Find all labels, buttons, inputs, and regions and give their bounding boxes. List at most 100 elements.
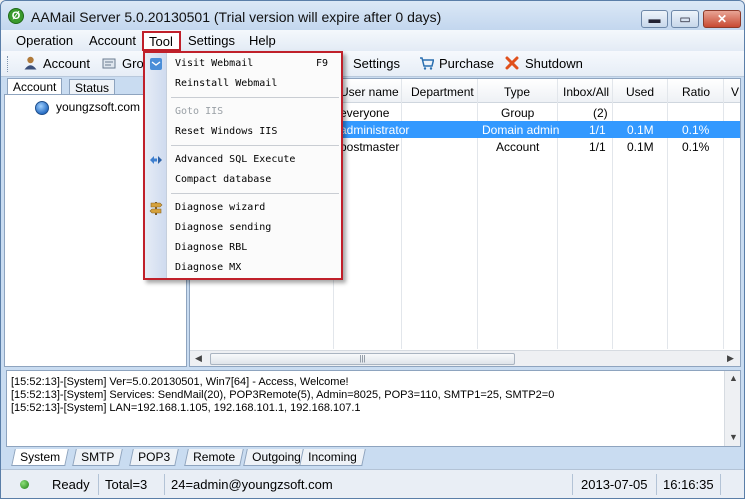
maximize-button[interactable]: ▭ [671, 10, 699, 28]
cell-type: Account [496, 140, 540, 154]
minimize-button[interactable]: ▬ [641, 10, 668, 28]
cart-icon [419, 56, 435, 70]
title-bar[interactable]: Ø AAMail Server 5.0.20130501 (Trial vers… [1, 1, 744, 31]
col-inbox-all[interactable]: Inbox/All [563, 85, 609, 99]
cell-used: 0.1M [627, 123, 654, 137]
scroll-right-icon[interactable]: ▶ [727, 353, 734, 364]
cell-inbox-all: (2) [593, 106, 608, 120]
aamail-logo-icon: Ø [8, 8, 24, 24]
account-button-label: Account [43, 56, 90, 71]
status-message: 24=admin@youngzsoft.com [165, 474, 573, 495]
cell-user: everyone [340, 106, 390, 120]
shutdown-button-label: Shutdown [525, 56, 583, 71]
tab-pop3-label: POP3 [138, 450, 171, 464]
window-title: AAMail Server 5.0.20130501 (Trial versio… [31, 9, 442, 25]
log-line: [15:52:13]-[System] Services: SendMail(2… [11, 389, 555, 401]
menu-operation[interactable]: Operation [16, 33, 73, 48]
menu-item-goto-iis[interactable]: Goto IIS [175, 106, 223, 117]
tab-status[interactable]: Status [69, 79, 116, 95]
tab-system[interactable]: System [11, 449, 69, 466]
menu-bar: Operation Account Settings Help [1, 30, 744, 51]
status-indicator-icon [20, 480, 29, 489]
menu-item-advanced-sql[interactable]: Advanced SQL Execute [175, 154, 295, 165]
scroll-left-icon[interactable]: ◀ [195, 353, 202, 364]
menu-item-diagnose-rbl[interactable]: Diagnose RBL [175, 242, 247, 253]
menu-item-reset-iis[interactable]: Reset Windows IIS [175, 126, 277, 137]
shortcut-f9: F9 [316, 58, 329, 69]
close-button[interactable]: ✕ [703, 10, 741, 28]
cell-inbox-all: 1/1 [589, 123, 606, 137]
tab-remote-label: Remote [193, 450, 236, 464]
menu-help[interactable]: Help [249, 33, 276, 48]
horizontal-scrollbar[interactable]: ◀ ||| ▶ [190, 350, 740, 366]
vertical-scrollbar[interactable]: ▲ ▼ [724, 371, 740, 446]
col-used[interactable]: Used [626, 85, 654, 99]
scroll-up-icon[interactable]: ▲ [729, 373, 738, 383]
menu-settings[interactable]: Settings [188, 33, 235, 48]
status-time: 16:16:35 [657, 474, 721, 495]
col-user-name[interactable]: User name [340, 85, 399, 99]
menu-separator [171, 193, 339, 194]
webmail-icon [149, 57, 163, 71]
tab-account[interactable]: Account [7, 78, 63, 95]
col-ratio[interactable]: Ratio [682, 85, 710, 99]
shutdown-x-icon [505, 56, 520, 70]
menu-separator [171, 97, 339, 98]
scroll-down-icon[interactable]: ▼ [729, 432, 738, 442]
tree-item-domain[interactable]: youngzsoft.com [56, 100, 140, 114]
purchase-button[interactable]: Purchase [419, 56, 494, 71]
account-button[interactable]: Account [23, 56, 90, 71]
toolbar: Account Gro Settings Purchase Shutdown [1, 51, 744, 77]
cell-inbox-all: 1/1 [589, 140, 606, 154]
globe-icon [35, 101, 49, 115]
tab-system-label: System [20, 450, 61, 464]
col-department[interactable]: Department [411, 85, 474, 99]
tab-smtp-label: SMTP [81, 450, 115, 464]
menu-separator [171, 145, 339, 146]
log-line: [15:52:13]-[System] Ver=5.0.20130501, Wi… [11, 376, 349, 388]
tab-incoming-label: Incoming [308, 450, 357, 464]
cell-user: administrator [340, 123, 410, 137]
status-total: Total=3 [99, 474, 165, 495]
log-line: [15:52:13]-[System] LAN=192.168.1.105, 1… [11, 402, 361, 414]
cell-used: 0.1M [627, 140, 654, 154]
tab-pop3[interactable]: POP3 [129, 449, 179, 466]
cell-ratio: 0.1% [682, 140, 710, 154]
tab-smtp[interactable]: SMTP [72, 449, 124, 466]
scrollbar-thumb[interactable]: ||| [210, 353, 515, 365]
menu-item-reinstall-webmail[interactable]: Reinstall Webmail [175, 78, 277, 89]
settings-button-label: Settings [353, 56, 400, 71]
menu-account[interactable]: Account [89, 33, 136, 48]
menu-tool[interactable]: Tool [142, 31, 181, 51]
groups-button[interactable]: Gro [102, 56, 144, 71]
group-icon [102, 56, 117, 70]
status-date: 2013-07-05 [573, 474, 657, 495]
user-icon [23, 56, 38, 70]
groups-button-label: Gro [122, 56, 144, 71]
tab-remote[interactable]: Remote [184, 449, 244, 466]
toolbar-grip[interactable] [7, 56, 10, 72]
app-window: Ø AAMail Server 5.0.20130501 (Trial vers… [0, 0, 745, 499]
menu-item-diagnose-mx[interactable]: Diagnose MX [175, 262, 241, 273]
col-type[interactable]: Type [504, 85, 530, 99]
menu-tool-label: Tool [149, 34, 173, 49]
tab-incoming[interactable]: Incoming [299, 449, 366, 466]
purchase-button-label: Purchase [439, 56, 494, 71]
shutdown-button[interactable]: Shutdown [505, 56, 583, 71]
log-panel: [15:52:13]-[System] Ver=5.0.20130501, Wi… [6, 370, 741, 447]
tab-outgoing-label: Outgoing [252, 450, 301, 464]
menu-item-diagnose-wizard[interactable]: Diagnose wizard [175, 202, 265, 213]
cell-user: postmaster [340, 140, 400, 154]
cell-type: Group [501, 106, 535, 120]
menu-item-visit-webmail[interactable]: Visit Webmail [175, 58, 253, 69]
menu-item-compact-database[interactable]: Compact database [175, 174, 271, 185]
settings-button[interactable]: Settings [353, 56, 400, 71]
status-bar: Ready Total=3 24=admin@youngzsoft.com 20… [1, 469, 744, 498]
status-state: Ready [46, 474, 99, 495]
menu-item-diagnose-sending[interactable]: Diagnose sending [175, 222, 271, 233]
sql-execute-icon [149, 153, 163, 167]
log-tabs: System SMTP POP3 Remote Outgoing Incomin… [9, 449, 409, 467]
col-v[interactable]: V [731, 85, 739, 99]
tool-menu: Visit Webmail F9 Reinstall Webmail Goto … [143, 51, 343, 280]
cell-type: Domain admin [482, 123, 560, 137]
